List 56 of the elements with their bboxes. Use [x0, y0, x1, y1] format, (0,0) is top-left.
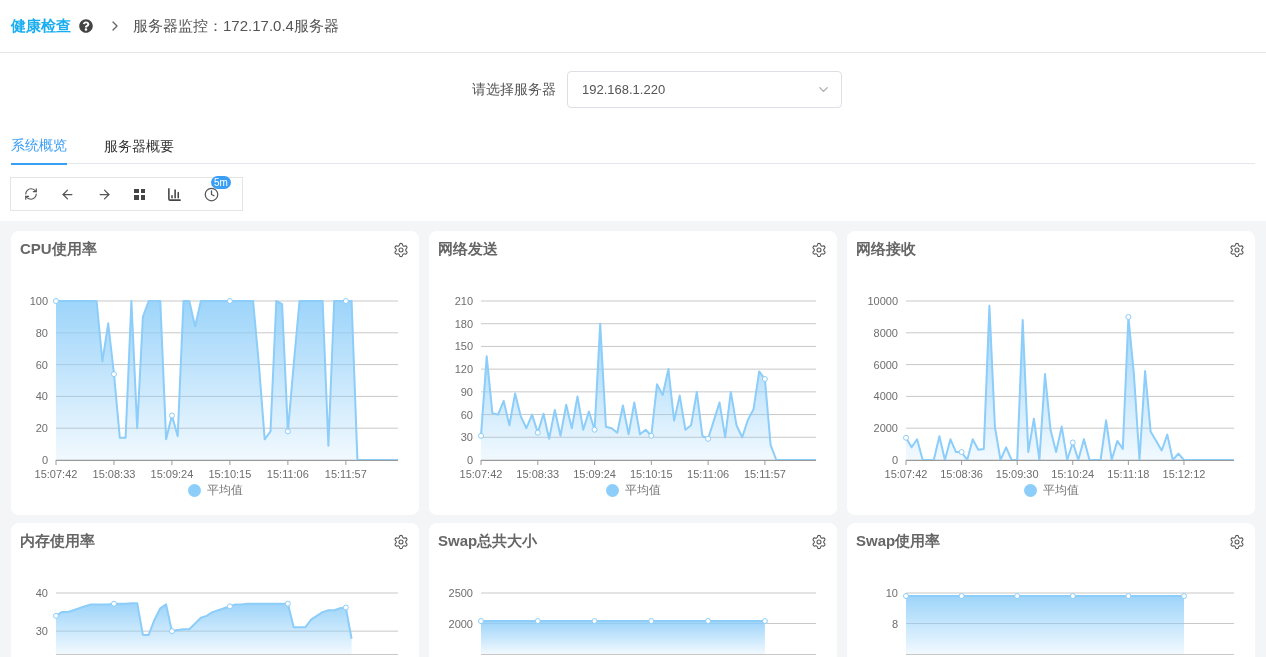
- legend-label: 平均值: [624, 482, 661, 499]
- axis-label: 0: [891, 454, 898, 466]
- axis-label: 60: [35, 358, 48, 371]
- axis-label: 15:09:30: [995, 468, 1039, 480]
- axis-label: 30: [460, 431, 473, 444]
- axis-label: 15:10:15: [208, 468, 252, 480]
- chart-title: Swap使用率: [856, 531, 941, 552]
- field-label: 请选择服务器: [472, 80, 556, 99]
- axis-label: 60: [460, 408, 473, 421]
- axis-label: 120: [454, 363, 473, 376]
- interval-badge: 5m: [211, 175, 231, 189]
- axis-label: 180: [454, 317, 473, 330]
- chart-title: CPU使用率: [20, 239, 97, 260]
- axis-label: 15:07:42: [459, 468, 503, 480]
- axis-label: 15:10:15: [629, 468, 673, 480]
- axis-label: 40: [35, 587, 48, 599]
- page-title: 服务器监控：172.17.0.4服务器: [133, 15, 339, 36]
- legend-label: 平均值: [1042, 482, 1079, 499]
- axis-label: 100: [29, 295, 48, 307]
- legend-label: 平均值: [206, 482, 243, 499]
- axis-label: 15:11:57: [743, 468, 786, 480]
- axis-label: 30: [35, 625, 48, 638]
- axis-label: 0: [41, 454, 48, 466]
- axis-label: 15:11:57: [324, 468, 367, 480]
- axis-label: 10: [885, 587, 898, 599]
- axis-label: 2000: [873, 422, 898, 435]
- chart-title: 网络发送: [438, 239, 498, 260]
- chart-title: 内存使用率: [20, 531, 95, 552]
- axis-label: 90: [460, 385, 473, 398]
- axis-label: 2000: [448, 617, 473, 630]
- axis-label: 80: [35, 326, 48, 339]
- axis-label: 0: [466, 454, 473, 466]
- axis-label: 15:09:24: [150, 468, 194, 480]
- axis-label: 15:07:42: [34, 468, 78, 480]
- axis-label: 15:09:24: [573, 468, 616, 480]
- axis-label: 15:08:33: [516, 468, 560, 480]
- axis-label: 4000: [873, 390, 898, 403]
- axis-label: 40: [35, 390, 48, 403]
- axis-label: 8: [891, 617, 898, 630]
- axis-label: 2500: [448, 587, 473, 599]
- axis-label: 6000: [873, 358, 898, 371]
- axis-label: 15:08:33: [92, 468, 136, 480]
- axis-label: 15:11:06: [266, 468, 309, 480]
- axis-label: 150: [454, 340, 473, 353]
- axis-label: 15:07:42: [884, 468, 928, 480]
- axis-label: 8000: [873, 326, 898, 339]
- chart-title: 网络接收: [856, 239, 916, 260]
- axis-label: 15:08:36: [940, 468, 983, 480]
- axis-label: 15:10:24: [1051, 468, 1095, 480]
- axis-label: 210: [454, 295, 473, 307]
- axis-label: 15:11:18: [1107, 468, 1150, 480]
- axis-label: 10000: [867, 295, 898, 307]
- axis-label: 15:12:12: [1162, 468, 1206, 480]
- chart-title: Swap总共大小: [438, 531, 538, 552]
- axis-label: 15:11:06: [687, 468, 730, 480]
- axis-label: 20: [35, 422, 48, 435]
